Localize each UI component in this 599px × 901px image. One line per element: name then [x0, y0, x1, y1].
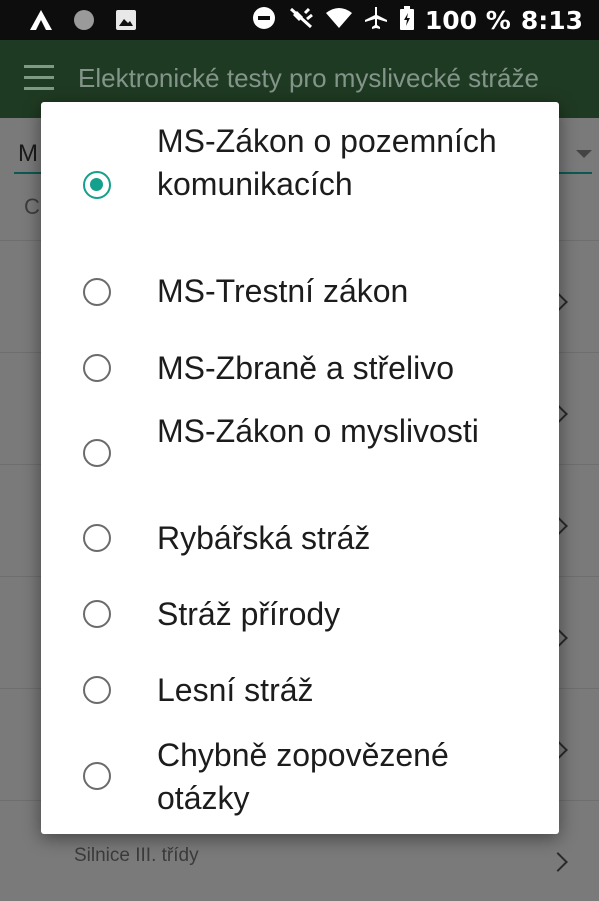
radio-button[interactable] — [83, 676, 111, 704]
option-label: Lesní stráž — [157, 672, 314, 708]
option-lesni-straz[interactable]: Lesní stráž — [41, 656, 559, 726]
filter-text: C — [24, 194, 40, 219]
option-label: Stráž přírody — [157, 596, 341, 632]
hamburger-menu-icon[interactable] — [24, 65, 54, 91]
radio-button[interactable] — [83, 762, 111, 790]
satellite-off-icon — [287, 5, 315, 36]
radio-button[interactable] — [83, 439, 111, 467]
option-label: MS-Trestní zákon — [157, 273, 409, 309]
category-select-value: M — [18, 140, 38, 167]
list-item-title: Silnice III. třídy — [74, 845, 199, 866]
chevron-right-icon — [548, 852, 568, 872]
do-not-disturb-icon — [251, 5, 277, 36]
option-ms-zbrane-a-strelivo[interactable]: MS-Zbraně a střelivo — [41, 334, 559, 404]
option-straz-prirody[interactable]: Stráž přírody — [41, 580, 559, 650]
battery-percent: 100 % — [424, 5, 511, 35]
wifi-icon — [325, 6, 353, 35]
radio-button[interactable] — [83, 524, 111, 552]
option-chybne-zodpovezene-otazky[interactable]: Chybně zopovězené otázky — [41, 732, 559, 822]
image-icon — [114, 8, 138, 37]
category-choice-dialog: MS-Zákon o pozemních komunikacích MS-Tre… — [41, 102, 559, 834]
app-title: Elektronické testy pro myslivecké stráže — [78, 63, 539, 93]
radio-button[interactable] — [83, 600, 111, 628]
clock: 8:13 — [520, 5, 583, 35]
option-rybarska-straz[interactable]: Rybářská stráž — [41, 504, 559, 574]
option-label: MS-Zákon o myslivosti — [157, 413, 479, 449]
dropdown-caret-icon — [576, 150, 592, 158]
app-a-icon — [28, 8, 54, 37]
option-ms-zakon-o-pozemnich-komunikacich[interactable]: MS-Zákon o pozemních komunikacích — [41, 120, 559, 250]
option-ms-trestni-zakon[interactable]: MS-Trestní zákon — [41, 258, 559, 328]
battery-icon — [399, 5, 415, 36]
status-bar: 100 % 8:13 — [0, 0, 599, 40]
radio-button[interactable] — [83, 354, 111, 382]
radio-button[interactable] — [83, 278, 111, 306]
option-label: MS-Zákon o pozemních komunikacích — [157, 123, 497, 202]
option-label: Chybně zopovězené otázky — [157, 737, 449, 816]
circle-icon — [72, 8, 96, 37]
option-label: MS-Zbraně a střelivo — [157, 350, 454, 386]
option-ms-zakon-o-myslivosti[interactable]: MS-Zákon o myslivosti — [41, 410, 559, 500]
option-label: Rybářská stráž — [157, 520, 371, 556]
radio-button-checked[interactable] — [83, 171, 111, 199]
airplane-icon — [363, 5, 389, 36]
